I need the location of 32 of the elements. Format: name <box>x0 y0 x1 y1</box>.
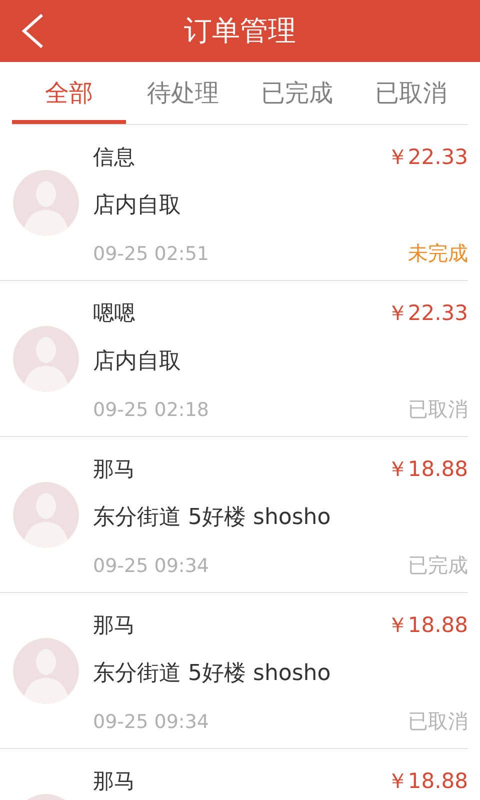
avatar-icon <box>12 638 78 704</box>
order-time: 09-25 02:18 <box>93 398 210 420</box>
tab[interactable]: 已完成 <box>240 62 354 124</box>
order-price: ￥18.88 <box>386 612 468 639</box>
order-time: 09-25 02:51 <box>93 242 210 264</box>
order-time: 09-25 09:34 <box>93 554 210 576</box>
order-address: 东分街道 5好楼 shosho <box>93 504 332 532</box>
order-price: ￥18.88 <box>386 768 468 795</box>
tab[interactable]: 已取消 <box>354 62 468 124</box>
avatar-icon <box>12 326 78 392</box>
customer-name: 嗯嗯 <box>93 300 135 327</box>
order-status: 已取消 <box>408 708 468 735</box>
customer-name: 那马 <box>93 612 135 639</box>
order-address: 店内自取 <box>93 348 182 376</box>
customer-name: 那马 <box>93 768 135 795</box>
customer-name: 那马 <box>93 456 135 483</box>
order-status: 已取消 <box>408 396 468 423</box>
tab[interactable]: 待处理 <box>126 62 240 124</box>
tab[interactable]: 全部 <box>12 62 126 124</box>
order-time: 09-25 09:34 <box>93 710 210 732</box>
order-status: 已完成 <box>408 552 468 579</box>
avatar-icon <box>12 170 78 236</box>
order-status: 未完成 <box>408 240 468 267</box>
page-title: 订单管理 <box>184 13 296 49</box>
order-price: ￥22.33 <box>386 300 468 327</box>
back-icon[interactable] <box>20 13 46 49</box>
order-address: 店内自取 <box>93 192 182 220</box>
order-price: ￥22.33 <box>386 144 468 171</box>
order-address: 东分街道 5好楼 shosho <box>93 660 332 688</box>
avatar-icon <box>12 482 78 548</box>
order-price: ￥18.88 <box>386 456 468 483</box>
customer-name: 信息 <box>93 144 135 171</box>
